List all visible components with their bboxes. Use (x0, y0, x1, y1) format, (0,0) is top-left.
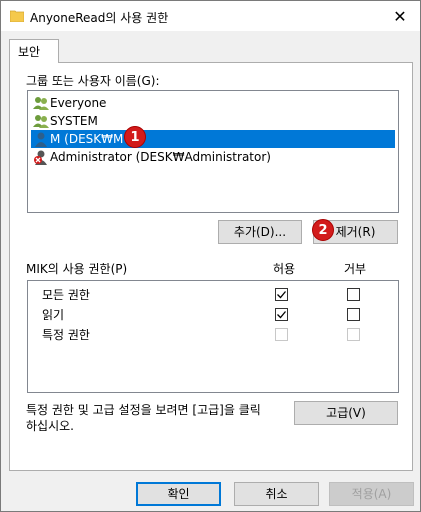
close-button[interactable]: ✕ (380, 1, 420, 31)
ok-button[interactable]: 확인 (136, 482, 221, 506)
cancel-button[interactable]: 취소 (234, 482, 319, 506)
list-item-label: M (DESK₩M (50, 132, 124, 146)
checkmark-icon (277, 291, 286, 299)
folder-icon (9, 10, 25, 23)
group-user-list[interactable]: Everyone SYSTEM M (DESK₩M Administrator … (27, 90, 399, 213)
add-button[interactable]: 추가(D)... (218, 220, 302, 244)
checkmark-icon (277, 311, 286, 319)
group-users-icon (33, 113, 49, 129)
allow-checkbox-special (275, 328, 288, 341)
list-item-label: SYSTEM (50, 114, 98, 128)
user-icon (33, 131, 49, 147)
apply-button: 적용(A) (329, 482, 414, 506)
deny-header: 거부 (344, 262, 367, 276)
advanced-description: 특정 권한 및 고급 설정을 보려면 [고급]을 클릭 하십시오. (26, 403, 261, 433)
list-item-m-desk[interactable]: M (DESK₩M (31, 130, 395, 148)
annotation-badge-1: 1 (124, 126, 146, 148)
permissions-list: 모든 권한 읽기 특정 권한 (27, 280, 399, 393)
close-icon: ✕ (393, 6, 407, 26)
list-item-administrator[interactable]: Administrator (DESK₩Administrator) (31, 148, 395, 166)
advanced-button[interactable]: 고급(V) (294, 401, 398, 425)
allow-header: 허용 (273, 262, 296, 276)
window-title: AnyoneRead의 사용 권한 (30, 11, 169, 25)
allow-checkbox-read[interactable] (275, 308, 288, 321)
list-item-everyone[interactable]: Everyone (31, 94, 395, 112)
deny-checkbox-full-control[interactable] (347, 288, 360, 301)
tab-security[interactable]: 보안 (9, 39, 59, 63)
deny-checkbox-special (347, 328, 360, 341)
group-users-icon (33, 95, 49, 111)
list-item-label: Everyone (50, 96, 107, 110)
security-panel: 그룹 또는 사용자 이름(G): Everyone SYSTEM M (DESK… (9, 62, 413, 471)
user-disabled-icon (33, 149, 49, 165)
group-list-label: 그룹 또는 사용자 이름(G): (26, 74, 160, 88)
allow-checkbox-full-control[interactable] (275, 288, 288, 301)
perm-full-control: 모든 권한 (42, 288, 90, 302)
list-item-system[interactable]: SYSTEM (31, 112, 395, 130)
annotation-badge-2: 2 (312, 219, 334, 241)
list-item-label: Administrator (DESK₩Administrator) (50, 150, 271, 164)
perm-special: 특정 권한 (42, 328, 90, 342)
perm-read: 읽기 (42, 308, 65, 322)
dialog-button-bar: 확인 취소 적용(A) (1, 471, 420, 511)
title-bar: AnyoneRead의 사용 권한 ✕ (1, 1, 420, 31)
deny-checkbox-read[interactable] (347, 308, 360, 321)
permissions-label: MIK의 사용 권한(P) (26, 262, 128, 276)
permissions-dialog: AnyoneRead의 사용 권한 ✕ 보안 그룹 또는 사용자 이름(G): … (0, 0, 421, 512)
